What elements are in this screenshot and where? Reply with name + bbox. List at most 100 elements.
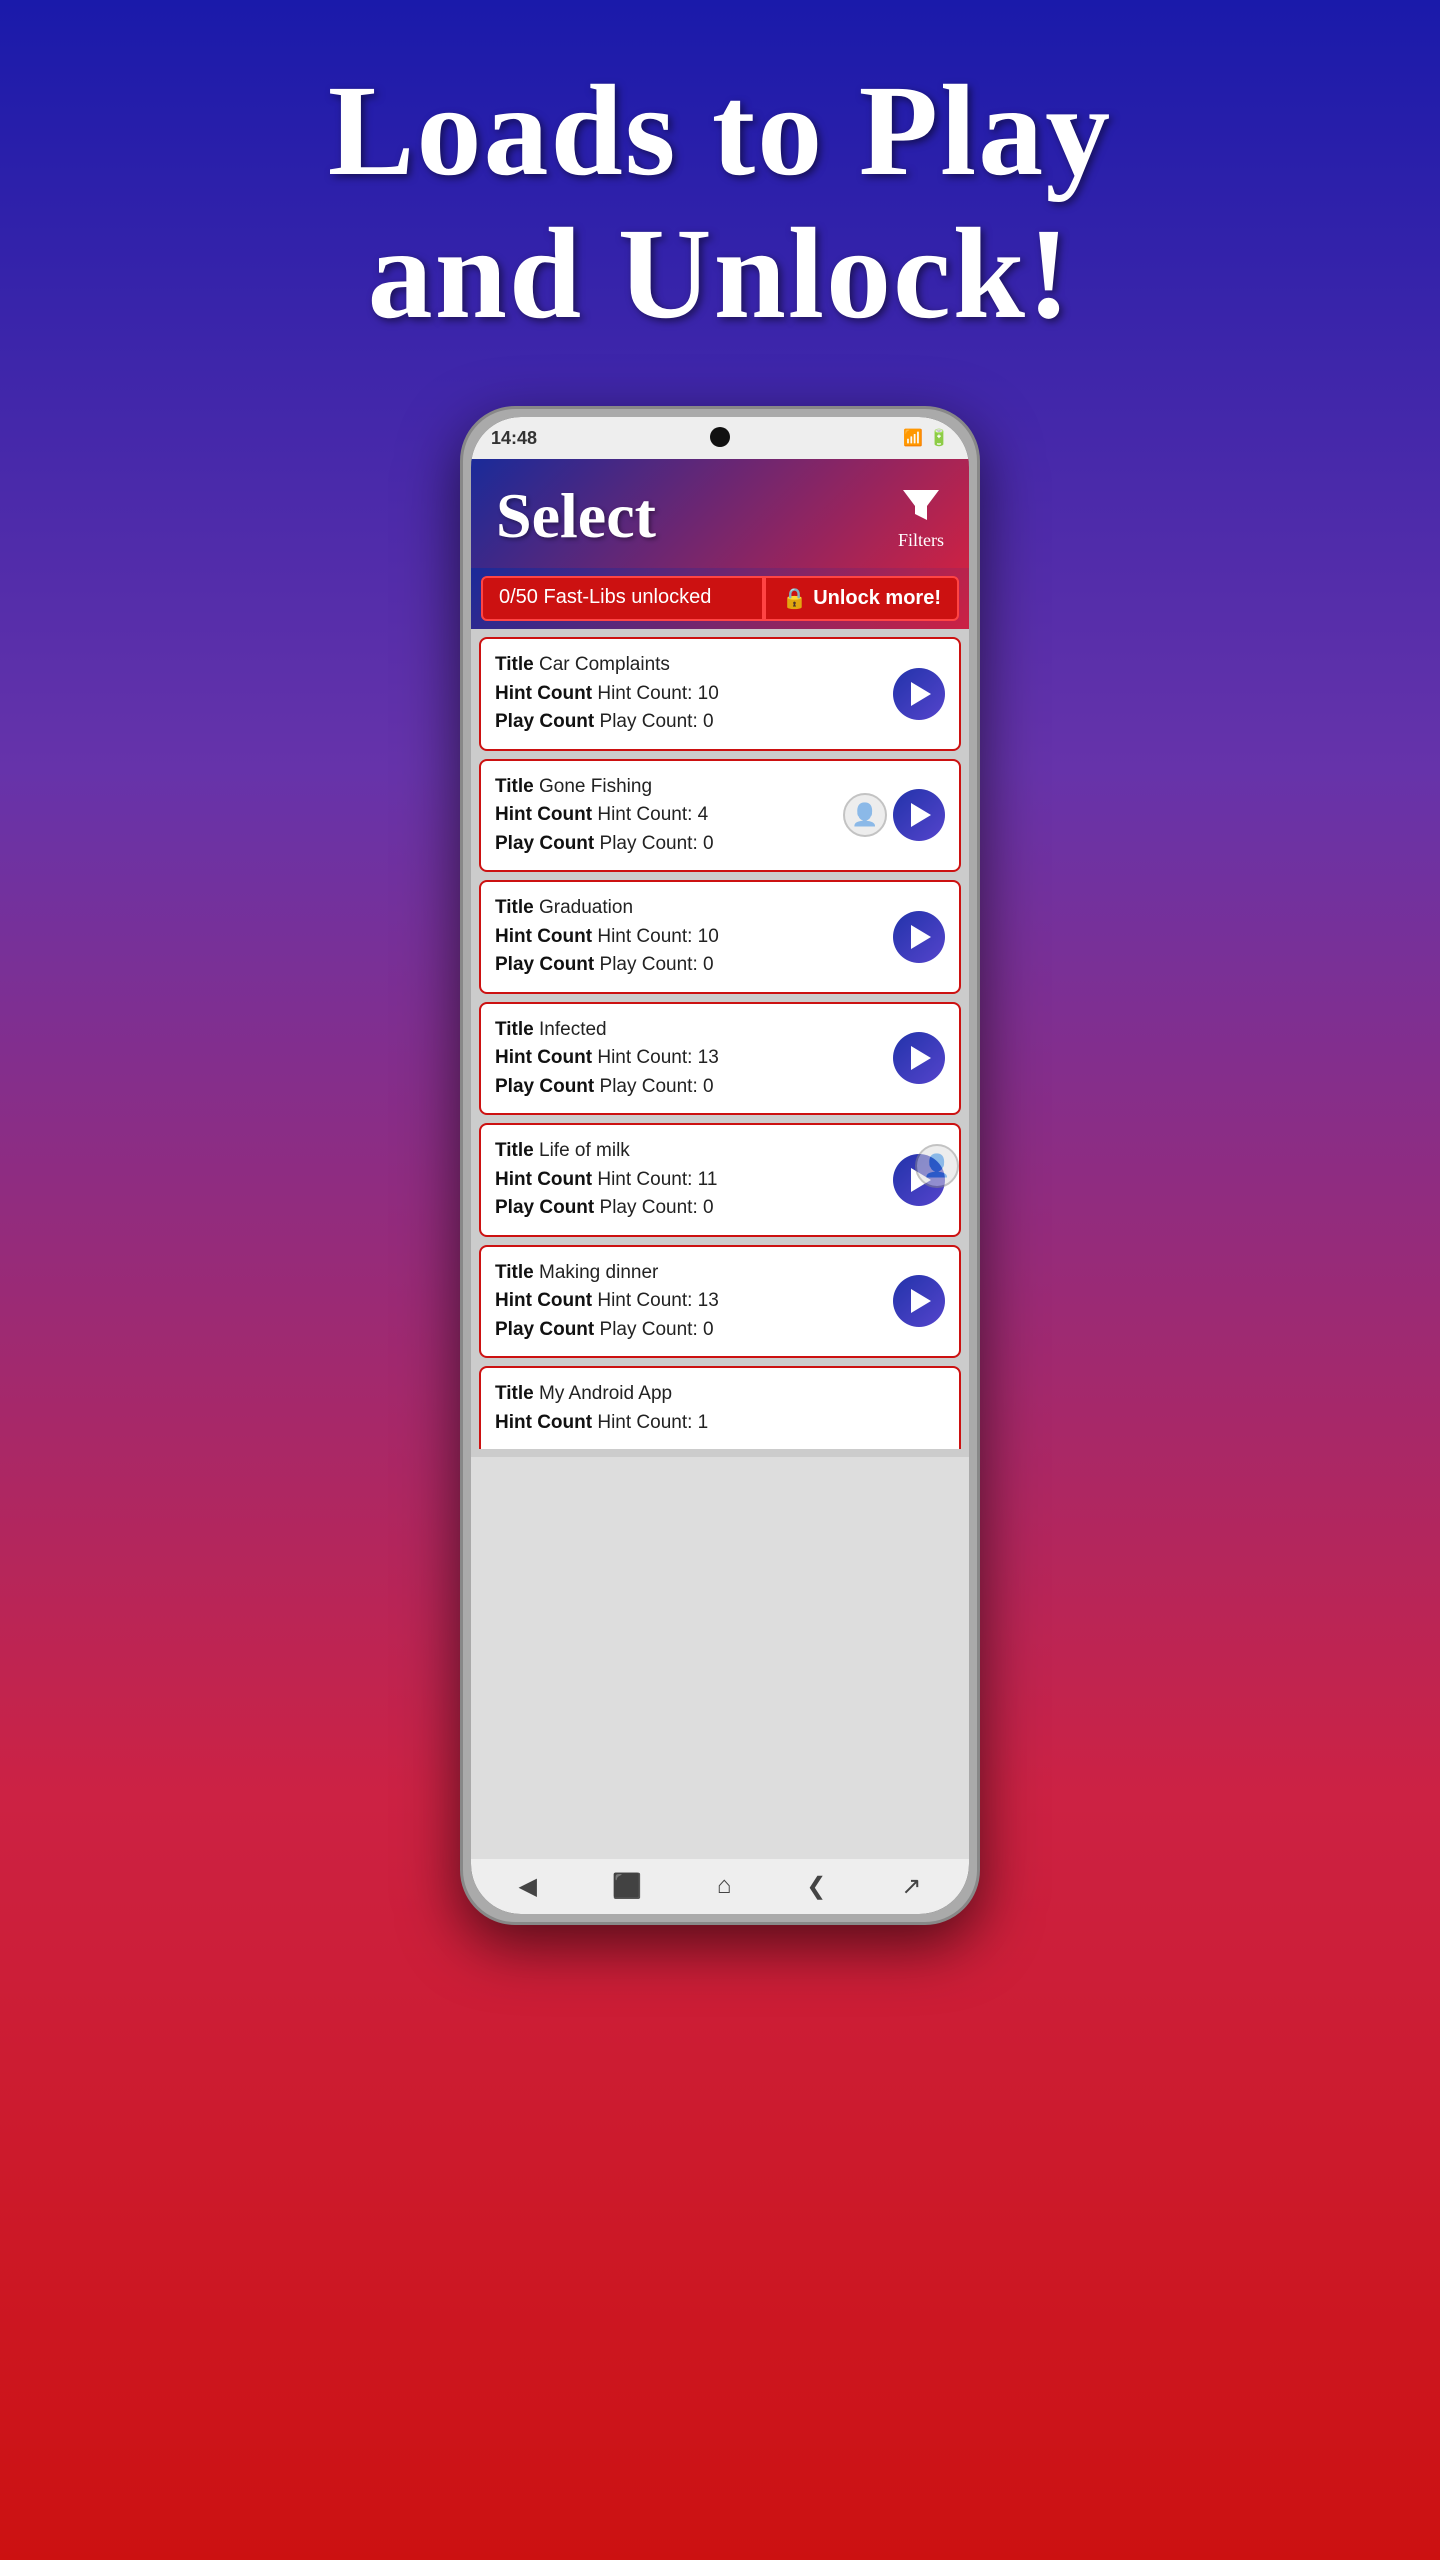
item-title-row: Title My Android App (495, 1380, 945, 1409)
nav-recent-icon[interactable]: ⌂ (717, 1873, 731, 1900)
unlock-more-label: Unlock more! (813, 587, 941, 610)
hint-value: Hint Count: 13 (597, 1047, 718, 1068)
hint-value: Hint Count: 10 (597, 926, 718, 947)
item-play-row: Play Count Play Count: 0 (495, 1316, 883, 1345)
play-value: Play Count: 0 (600, 1197, 714, 1218)
item-info: Title Infected Hint Count Hint Count: 13… (495, 1016, 883, 1102)
play-triangle-icon (911, 803, 931, 827)
user-badge-icon: 👤 (915, 1144, 959, 1188)
nav-left-icon[interactable]: ❮ (806, 1872, 826, 1901)
title-label: Title (495, 1019, 534, 1040)
app-title: Select (496, 479, 656, 553)
play-button[interactable] (893, 668, 945, 720)
play-triangle-icon (911, 682, 931, 706)
hint-label: Hint Count (495, 926, 592, 947)
play-triangle-icon (911, 1046, 931, 1070)
title-label: Title (495, 654, 534, 675)
title-value: Graduation (539, 897, 633, 918)
hint-label: Hint Count (495, 1169, 592, 1190)
phone-mockup: 14:48 📶 🔋 Select Filters (460, 406, 980, 1925)
title-label: Title (495, 776, 534, 797)
item-info: Title Gone Fishing Hint Count Hint Count… (495, 773, 883, 859)
phone-screen: 14:48 📶 🔋 Select Filters (471, 417, 969, 1914)
hint-label: Hint Count (495, 1047, 592, 1068)
item-hint-row: Hint Count Hint Count: 1 (495, 1409, 945, 1438)
item-title-row: Title Gone Fishing (495, 773, 883, 802)
headline-line2: and Unlock! (368, 202, 1073, 346)
unlock-bar: 0/50 Fast-Libs unlocked 🔒 Unlock more! (471, 568, 969, 629)
nav-share-icon[interactable]: ↗ (901, 1872, 921, 1901)
headline-line1: Loads to Play (328, 59, 1112, 203)
battery-icon: 🔋 (929, 428, 949, 448)
hint-value: Hint Count: 11 (597, 1169, 717, 1190)
nav-back-icon[interactable]: ◀ (519, 1872, 537, 1901)
item-play-row: Play Count Play Count: 0 (495, 708, 883, 737)
headline: Loads to Play and Unlock! (328, 60, 1112, 346)
filter-label: Filters (898, 530, 944, 551)
play-triangle-icon (911, 1289, 931, 1313)
item-play-row: Play Count Play Count: 0 (495, 830, 883, 859)
item-hint-row: Hint Count Hint Count: 10 (495, 680, 883, 709)
title-label: Title (495, 1140, 534, 1161)
item-play-row: Play Count Play Count: 0 (495, 1194, 883, 1223)
filter-button[interactable]: Filters (898, 482, 944, 551)
title-value: Infected (539, 1019, 607, 1040)
nav-home-icon[interactable]: ⬛ (612, 1872, 642, 1901)
play-button[interactable] (893, 1275, 945, 1327)
list-item: Title Life of milk Hint Count Hint Count… (479, 1123, 961, 1237)
play-value: Play Count: 0 (600, 1076, 714, 1097)
hint-value: Hint Count: 13 (597, 1290, 718, 1311)
item-title-row: Title Making dinner (495, 1259, 883, 1288)
play-button[interactable] (893, 911, 945, 963)
hint-value: Hint Count: 10 (597, 683, 718, 704)
list-item: Title Making dinner Hint Count Hint Coun… (479, 1245, 961, 1359)
item-hint-row: Hint Count Hint Count: 13 (495, 1287, 883, 1316)
item-play-row: Play Count Play Count: 0 (495, 1073, 883, 1102)
unlock-count-display: 0/50 Fast-Libs unlocked (481, 576, 764, 621)
navigation-bar: ◀ ⬛ ⌂ ❮ ↗ (471, 1859, 969, 1914)
play-label: Play Count (495, 1197, 594, 1218)
wifi-icon: 📶 (903, 428, 923, 448)
title-value: My Android App (539, 1383, 672, 1404)
status-time: 14:48 (491, 428, 537, 449)
user-created-badge: 👤 (915, 1144, 959, 1188)
item-info: Title Car Complaints Hint Count Hint Cou… (495, 651, 883, 737)
item-hint-row: Hint Count Hint Count: 4 (495, 801, 883, 830)
item-info: Title Life of milk Hint Count Hint Count… (495, 1137, 883, 1223)
play-label: Play Count (495, 1319, 594, 1340)
hint-value: Hint Count: 1 (597, 1412, 708, 1433)
unlock-more-button[interactable]: 🔒 Unlock more! (764, 576, 959, 621)
play-value: Play Count: 0 (600, 1319, 714, 1340)
hint-label: Hint Count (495, 1290, 592, 1311)
item-info: Title Making dinner Hint Count Hint Coun… (495, 1259, 883, 1345)
play-triangle-icon (911, 925, 931, 949)
list-item: Title Infected Hint Count Hint Count: 13… (479, 1002, 961, 1116)
item-title-row: Title Graduation (495, 894, 883, 923)
list-item: Title Gone Fishing Hint Count Hint Count… (479, 759, 961, 873)
item-hint-row: Hint Count Hint Count: 10 (495, 923, 883, 952)
item-title-row: Title Car Complaints (495, 651, 883, 680)
play-label: Play Count (495, 711, 594, 732)
play-button[interactable] (893, 789, 945, 841)
play-label: Play Count (495, 954, 594, 975)
items-list: Title Car Complaints Hint Count Hint Cou… (471, 629, 969, 1457)
item-hint-row: Hint Count Hint Count: 13 (495, 1044, 883, 1073)
hint-label: Hint Count (495, 683, 592, 704)
play-value: Play Count: 0 (600, 954, 714, 975)
title-value: Life of milk (539, 1140, 630, 1161)
title-label: Title (495, 1383, 534, 1404)
user-created-badge: 👤 (843, 793, 887, 837)
play-label: Play Count (495, 1076, 594, 1097)
hint-label: Hint Count (495, 1412, 592, 1433)
play-button[interactable] (893, 1032, 945, 1084)
item-info: Title My Android App Hint Count Hint Cou… (495, 1380, 945, 1437)
item-title-row: Title Life of milk (495, 1137, 883, 1166)
hint-label: Hint Count (495, 804, 592, 825)
play-value: Play Count: 0 (600, 833, 714, 854)
hint-value: Hint Count: 4 (597, 804, 708, 825)
status-icons: 📶 🔋 (903, 428, 949, 448)
title-value: Making dinner (539, 1262, 658, 1283)
lock-icon: 🔒 (782, 586, 807, 611)
play-label: Play Count (495, 833, 594, 854)
item-hint-row: Hint Count Hint Count: 11 (495, 1166, 883, 1195)
